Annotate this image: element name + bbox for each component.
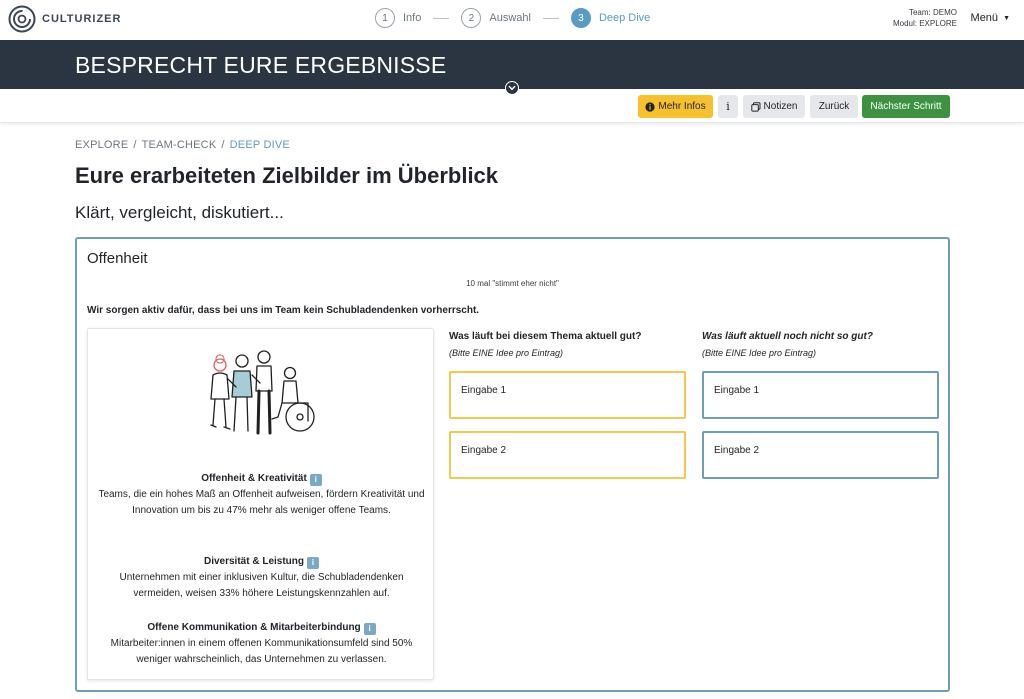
breadcrumb: EXPLORE / TEAM-CHECK / DEEP DIVE [75,139,290,151]
notes-icon [750,101,761,112]
page-title: Eure erarbeiteten Zielbilder im Überblic… [75,163,499,188]
fact-diversity-performance: Diversität & Leistung i Unternehmen mit e… [88,554,435,602]
info-button[interactable]: i [718,95,738,118]
more-info-label: Mehr Infos [658,101,706,112]
step-connector [542,17,559,19]
good-entry-1[interactable]: Eingabe 1 [449,371,686,419]
module-label: Modul: EXPLORE [892,19,957,28]
info-button-label: i [726,100,730,113]
hero-title: BESPRECHT EURE ERGEBNISSE [75,52,447,78]
brand-logo[interactable]: CULTURIZER [8,5,121,33]
step-auswahl[interactable]: 2 Auswahl [461,8,531,28]
step-connector [433,17,450,19]
menu-dropdown[interactable]: Menü ▼ [971,12,1010,24]
fact-title: Offene Kommunikation & Mitarbeiterbindun… [147,622,361,633]
more-info-button[interactable]: Mehr Infos [638,95,713,118]
team-label: Team: DEMO [908,8,957,17]
facts-panel: Offenheit & Kreativität i Teams, die ein … [87,328,434,680]
bad-column-heading: Was läuft aktuell noch nicht so gut? [702,331,873,342]
fact-title: Offenheit & Kreativität [201,473,307,484]
fact-title: Diversität & Leistung [203,556,305,567]
page-subtitle: Klärt, vergleicht, diskutiert... [75,203,284,222]
culturizer-logo-icon [8,5,36,33]
info-badge-icon[interactable]: i [363,623,376,635]
breadcrumb-item-team-check[interactable]: TEAM-CHECK [142,139,217,151]
top-navbar: CULTURIZER 1 Info 2 Auswahl 3 Deep Dive … [0,0,1024,38]
notes-button[interactable]: Notizen [743,95,805,118]
progress-stepper: 1 Info 2 Auswahl 3 Deep Dive [375,8,650,28]
info-badge-icon[interactable]: i [307,557,320,569]
breadcrumb-separator: / [221,139,225,151]
good-entry-2[interactable]: Eingabe 2 [449,431,686,479]
answer-count: 10 mal "stimmt eher nicht" [466,279,559,288]
card-statement: Wir sorgen aktiv dafür, dass bei uns im … [87,305,480,316]
step-label: Auswahl [489,12,531,24]
team-module-info: Team: DEMO Modul: EXPLORE [893,7,957,29]
info-badge-icon[interactable]: i [309,474,322,486]
back-label: Zurück [818,101,850,112]
menu-label: Menü [970,12,999,24]
caret-down-icon: ▼ [1003,14,1010,22]
back-button[interactable]: Zurück [810,95,858,118]
notes-label: Notizen [763,101,798,112]
fact-text: Teams, die ein hohes Maß an Offenheit au… [98,489,425,516]
bad-entry-2[interactable]: Eingabe 2 [702,431,939,479]
step-number: 2 [461,8,482,28]
breadcrumb-item-deep-dive: DEEP DIVE [229,139,290,151]
bad-entry-1[interactable]: Eingabe 1 [702,371,939,419]
good-column-hint: (Bitte EINE Idee pro Eintrag) [449,348,564,358]
next-step-button[interactable]: Nächster Schritt [862,95,950,118]
fact-text: Unternehmen mit einer inklusiven Kultur,… [119,572,404,599]
step-label: Info [403,12,422,24]
fact-text: Mitarbeiter:innen in einem offenen Kommu… [110,638,413,665]
topic-card: Offenheit 10 mal "stimmt eher nicht" Wir… [75,237,950,692]
fact-openness-creativity: Offenheit & Kreativität i Teams, die ein … [88,471,435,519]
step-info[interactable]: 1 Info [375,8,421,28]
step-number: 3 [570,8,591,28]
breadcrumb-item-explore[interactable]: EXPLORE [75,139,128,151]
info-circle-icon [645,101,655,112]
bad-column-hint: (Bitte EINE Idee pro Eintrag) [702,348,817,358]
card-title: Offenheit [87,250,148,267]
breadcrumb-separator: / [133,139,137,151]
step-label: Deep Dive [598,12,651,24]
fact-communication-retention: Offene Kommunikation & Mitarbeiterbindun… [88,620,435,668]
chevron-down-icon[interactable] [505,81,519,95]
good-column-heading: Was läuft bei diesem Thema aktuell gut? [449,331,642,342]
step-deep-dive[interactable]: 3 Deep Dive [570,8,651,28]
team-illustration [210,350,315,435]
brand-name: CULTURIZER [42,13,122,25]
next-step-label: Nächster Schritt [870,101,942,112]
step-number: 1 [375,8,395,28]
